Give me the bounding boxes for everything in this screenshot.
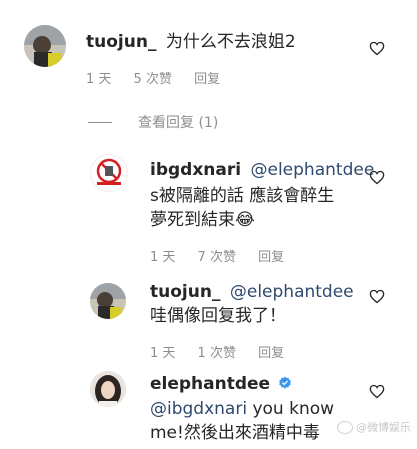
watermark-text: @微博娱乐 xyxy=(356,421,411,434)
verified-badge-icon xyxy=(278,376,291,389)
comment-meta: 1 天 5 次赞 回复 xyxy=(86,68,238,87)
reply-text-line: @ibgdxnari you know xyxy=(150,397,334,422)
avatar[interactable] xyxy=(90,154,128,192)
reply-text-line: 哇偶像回复我了！ xyxy=(150,306,286,326)
watermark: @微博娱乐 xyxy=(337,419,411,435)
view-replies-label[interactable]: 查看回复 (1) xyxy=(138,112,218,132)
username[interactable]: tuojun_ xyxy=(150,282,220,302)
reply-text-line: me!然後出來酒精中毒 xyxy=(150,423,320,443)
comment-text: tuojun_ 为什么不去浪姐2 xyxy=(86,30,296,55)
like-count[interactable]: 1 次赞 xyxy=(198,346,236,361)
mention-link[interactable]: @elephantdee xyxy=(251,160,375,180)
avatar[interactable] xyxy=(24,25,66,67)
divider xyxy=(88,121,112,123)
like-count[interactable]: 7 次赞 xyxy=(198,250,236,265)
username[interactable]: elephantdee xyxy=(150,374,270,394)
view-replies[interactable]: 查看回复 (1) xyxy=(88,112,218,132)
avatar[interactable] xyxy=(90,371,126,407)
reply-button[interactable]: 回复 xyxy=(258,346,284,361)
reply-meta: 1 天 1 次赞 回复 xyxy=(150,342,302,361)
timestamp: 1 天 xyxy=(150,346,176,361)
reply-body: you know xyxy=(247,399,335,419)
reply-button[interactable]: 回复 xyxy=(258,250,284,265)
reply-text: tuojun_ @elephantdee xyxy=(150,280,354,305)
heart-icon[interactable] xyxy=(369,384,385,399)
heart-icon[interactable] xyxy=(369,41,385,56)
reply-text: elephantdee xyxy=(150,372,292,397)
timestamp: 1 天 xyxy=(150,250,176,265)
reply-text-line: 夢死到結束😂 xyxy=(150,210,255,230)
reply-meta: 1 天 7 次赞 回复 xyxy=(150,246,302,265)
timestamp: 1 天 xyxy=(86,72,112,87)
reply-text: ibgdxnari @elephantdee xyxy=(150,158,374,183)
weibo-logo-icon xyxy=(337,420,353,434)
like-count[interactable]: 5 次赞 xyxy=(134,72,172,87)
comment-body: 为什么不去浪姐2 xyxy=(165,32,296,52)
avatar[interactable] xyxy=(90,283,126,319)
username[interactable]: tuojun_ xyxy=(86,32,156,52)
heart-icon[interactable] xyxy=(369,170,385,185)
reply-text-line: s被隔離的話 應該會醉生 xyxy=(150,186,335,206)
mention-link[interactable]: @elephantdee xyxy=(230,282,354,302)
username[interactable]: ibgdxnari xyxy=(150,160,241,180)
heart-icon[interactable] xyxy=(369,289,385,304)
reply-button[interactable]: 回复 xyxy=(194,72,220,87)
mention-link[interactable]: @ibgdxnari xyxy=(150,399,247,419)
